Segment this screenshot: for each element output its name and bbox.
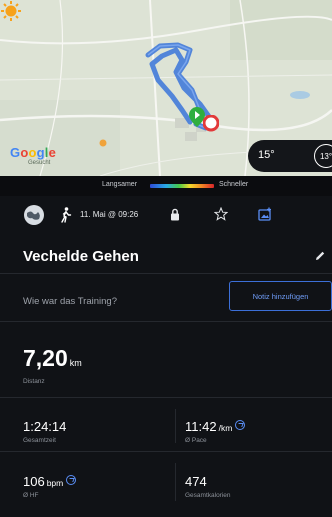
activity-meta-row: 11. Mai @ 09:26: [0, 196, 332, 236]
pace-number: 11:42: [185, 419, 217, 434]
column-divider: [175, 463, 176, 501]
sun-icon: [1, 1, 21, 21]
pace-legend: Langsamer Schneller: [0, 176, 332, 196]
heart-rate-label: Ø HF: [23, 492, 39, 499]
distance-label: Distanz: [23, 378, 45, 385]
calories-value: 474: [185, 474, 207, 489]
divider: [0, 273, 332, 274]
add-photo-icon[interactable]: [258, 207, 272, 221]
temperature-start: 15°: [258, 149, 275, 161]
divider: [0, 451, 332, 452]
pace-unit: /km: [218, 423, 233, 433]
calories-label: Gesamtkalorien: [185, 492, 231, 499]
total-time-label: Gesamtzeit: [23, 437, 56, 444]
star-icon[interactable]: [214, 207, 228, 221]
add-note-button[interactable]: Notiz hinzufügen: [229, 281, 332, 311]
google-logo: Google: [10, 145, 57, 160]
divider: [0, 321, 332, 322]
legend-slow-label: Langsamer: [102, 181, 138, 188]
heart-rate-value: 106 bpm: [23, 474, 77, 489]
heart-rate-info-icon[interactable]: [66, 475, 77, 485]
column-divider: [175, 409, 176, 443]
edit-pencil-icon[interactable]: [314, 250, 326, 262]
legend-fast-label: Schneller: [219, 181, 249, 188]
divider: [0, 397, 332, 398]
heart-rate-number: 106: [23, 474, 45, 489]
route-map[interactable]: Google Gesucht 15° 13°: [0, 0, 332, 176]
distance-number: 7,20: [23, 345, 68, 371]
map-attribution: Gesucht: [28, 160, 51, 166]
distance-unit: km: [69, 358, 82, 368]
activity-title: Vechelde Gehen: [23, 248, 139, 265]
pace-label: Ø Pace: [185, 437, 207, 444]
end-marker-icon: [203, 115, 219, 132]
pace-info-icon[interactable]: [235, 420, 246, 430]
training-feedback-question: Wie war das Training?: [23, 296, 117, 307]
avatar[interactable]: [24, 205, 44, 225]
total-time-value: 1:24:14: [23, 419, 67, 434]
pace-value: 11:42/km: [185, 419, 246, 434]
pace-gradient: [150, 184, 214, 188]
heart-rate-unit: bpm: [46, 478, 64, 488]
lock-icon[interactable]: [170, 208, 180, 221]
walk-icon: [61, 207, 72, 223]
activity-date: 11. Mai @ 09:26: [80, 210, 139, 219]
distance-value: 7,20 km: [23, 345, 82, 372]
temperature-end: 13°: [314, 144, 332, 168]
